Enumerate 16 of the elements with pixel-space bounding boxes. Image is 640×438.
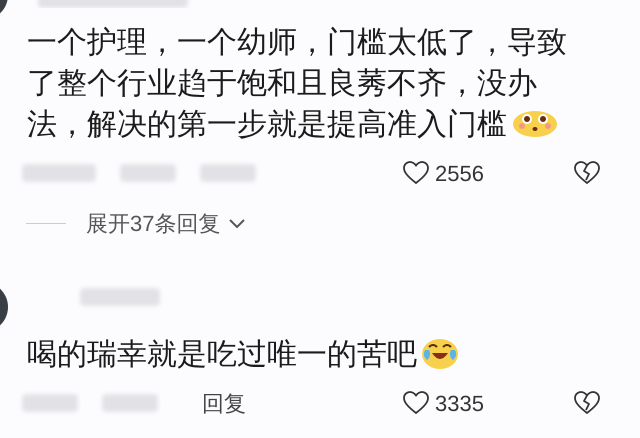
like-count: 3335 <box>435 390 484 418</box>
blurred-text <box>102 394 158 412</box>
like-icon[interactable] <box>403 391 430 415</box>
blurred-text <box>120 164 176 182</box>
like-count: 2556 <box>435 160 484 188</box>
blurred-text <box>22 394 78 412</box>
emoji-icon <box>421 336 459 370</box>
blurred-text <box>200 164 256 182</box>
expand-replies-button[interactable]: 展开37条回复 <box>86 207 246 240</box>
dislike-icon[interactable] <box>574 161 600 185</box>
reply-button[interactable]: 回复 <box>202 386 246 420</box>
comment-text: 喝的瑞幸就是吃过唯一的苦吧 <box>27 334 587 375</box>
dislike-icon[interactable] <box>574 391 600 415</box>
chevron-down-icon <box>228 218 246 230</box>
like-icon[interactable] <box>403 161 430 185</box>
comment-text: 一个护理，一个幼师，门槛太低了，导致了整个行业趋于饱和且良莠不齐，没办法，解决的第一步就是提高准入门槛 <box>27 25 568 143</box>
